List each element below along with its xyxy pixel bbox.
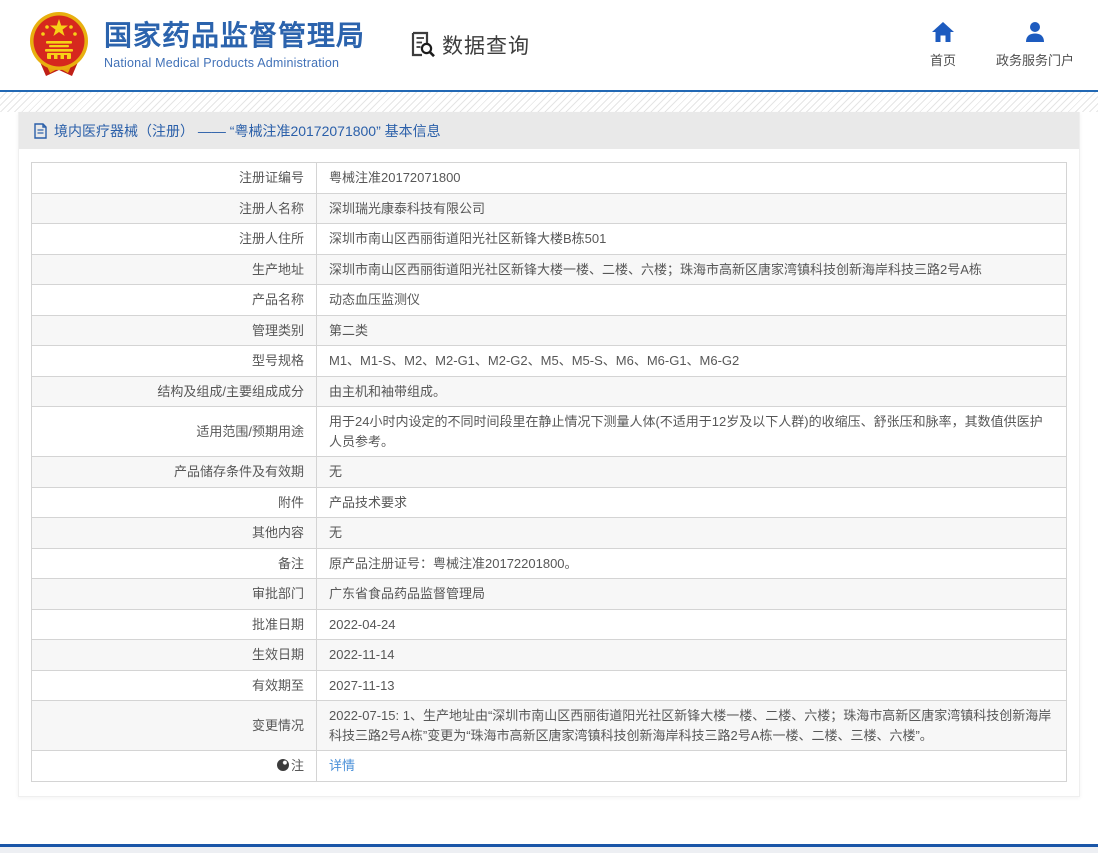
row-label: 生效日期 (32, 640, 317, 671)
row-value: 深圳市南山区西丽街道阳光社区新锋大楼B栋501 (317, 224, 1067, 255)
row-value: 动态血压监测仪 (317, 285, 1067, 316)
row-value: 深圳市南山区西丽街道阳光社区新锋大楼一楼、二楼、六楼；珠海市高新区唐家湾镇科技创… (317, 254, 1067, 285)
row-label: 有效期至 (32, 670, 317, 701)
hatch-band (0, 92, 1098, 112)
row-value: 详情 (317, 751, 1067, 782)
row-value: 无 (317, 457, 1067, 488)
table-row: 生效日期2022-11-14 (32, 640, 1067, 671)
document-icon (33, 123, 48, 139)
detail-link[interactable]: 详情 (329, 758, 355, 773)
row-value: 2022-04-24 (317, 609, 1067, 640)
row-value: 产品技术要求 (317, 487, 1067, 518)
table-row: 注册证编号粤械注准20172071800 (32, 163, 1067, 194)
row-value: 原产品注册证号：粤械注准20172201800。 (317, 548, 1067, 579)
row-value: 2022-07-15: 1、生产地址由“深圳市南山区西丽街道阳光社区新锋大楼一楼… (317, 701, 1067, 751)
info-table-body: 注册证编号粤械注准20172071800注册人名称深圳瑞光康泰科技有限公司注册人… (32, 163, 1067, 782)
row-value: M1、M1-S、M2、M2-G1、M2-G2、M5、M5-S、M6、M6-G1、… (317, 346, 1067, 377)
table-row: 附件产品技术要求 (32, 487, 1067, 518)
row-label: 管理类别 (32, 315, 317, 346)
row-value: 深圳瑞光康泰科技有限公司 (317, 193, 1067, 224)
row-label: 结构及组成/主要组成成分 (32, 376, 317, 407)
table-row: 管理类别第二类 (32, 315, 1067, 346)
logo-text: 国家药品监督管理局 National Medical Products Admi… (104, 20, 365, 69)
note-icon (277, 759, 289, 771)
row-value: 由主机和袖带组成。 (317, 376, 1067, 407)
table-row: 注册人名称深圳瑞光康泰科技有限公司 (32, 193, 1067, 224)
nav-home-label: 首页 (930, 50, 956, 69)
table-row: 变更情况2022-07-15: 1、生产地址由“深圳市南山区西丽街道阳光社区新锋… (32, 701, 1067, 751)
table-row: 适用范围/预期用途用于24小时内设定的不同时间段里在静止情况下测量人体(不适用于… (32, 407, 1067, 457)
nav-gov-portal-label: 政务服务门户 (996, 50, 1074, 69)
content-panel: 境内医疗器械（注册） —— “粤械注准20172071800” 基本信息 注册证… (18, 112, 1080, 797)
row-label: 注 (32, 751, 317, 782)
site-header: 国家药品监督管理局 National Medical Products Admi… (0, 0, 1098, 92)
table-row: 有效期至2027-11-13 (32, 670, 1067, 701)
site-title: 国家药品监督管理局 (104, 20, 365, 52)
table-row: 产品储存条件及有效期无 (32, 457, 1067, 488)
table-row: 其他内容无 (32, 518, 1067, 549)
nmpa-logo-block[interactable]: 国家药品监督管理局 National Medical Products Admi… (26, 10, 365, 80)
row-value: 2022-11-14 (317, 640, 1067, 671)
row-label: 备注 (32, 548, 317, 579)
row-label: 产品名称 (32, 285, 317, 316)
table-row: 生产地址深圳市南山区西丽街道阳光社区新锋大楼一楼、二楼、六楼；珠海市高新区唐家湾… (32, 254, 1067, 285)
table-row: 审批部门广东省食品药品监督管理局 (32, 579, 1067, 610)
site-subtitle: National Medical Products Administration (104, 56, 365, 70)
row-label: 型号规格 (32, 346, 317, 377)
row-value: 粤械注准20172071800 (317, 163, 1067, 194)
row-label: 适用范围/预期用途 (32, 407, 317, 457)
document-search-icon (407, 30, 437, 60)
data-query-label: 数据查询 (442, 30, 530, 60)
table-row: 产品名称动态血压监测仪 (32, 285, 1067, 316)
table-row: 型号规格M1、M1-S、M2、M2-G1、M2-G2、M5、M5-S、M6、M6… (32, 346, 1067, 377)
row-label: 注册人名称 (32, 193, 317, 224)
nav-gov-portal[interactable]: 政务服务门户 (996, 21, 1074, 69)
row-value: 2027-11-13 (317, 670, 1067, 701)
data-query-section[interactable]: 数据查询 (407, 30, 530, 60)
row-label: 附件 (32, 487, 317, 518)
row-label: 注册证编号 (32, 163, 317, 194)
nav-home[interactable]: 首页 (930, 21, 956, 69)
row-value: 用于24小时内设定的不同时间段里在静止情况下测量人体(不适用于12岁及以下人群)… (317, 407, 1067, 457)
row-label: 生产地址 (32, 254, 317, 285)
info-table: 注册证编号粤械注准20172071800注册人名称深圳瑞光康泰科技有限公司注册人… (31, 162, 1067, 782)
row-label: 产品储存条件及有效期 (32, 457, 317, 488)
national-emblem-icon (26, 10, 92, 80)
row-value: 第二类 (317, 315, 1067, 346)
user-icon (1024, 21, 1046, 43)
home-icon (931, 21, 955, 43)
row-label: 审批部门 (32, 579, 317, 610)
breadcrumb-text: 境内医疗器械（注册） —— “粤械注准20172071800” 基本信息 (54, 121, 441, 141)
table-row: 注详情 (32, 751, 1067, 782)
row-label: 批准日期 (32, 609, 317, 640)
row-value: 无 (317, 518, 1067, 549)
footer-strip (0, 847, 1098, 853)
row-value: 广东省食品药品监督管理局 (317, 579, 1067, 610)
table-row: 备注原产品注册证号：粤械注准20172201800。 (32, 548, 1067, 579)
row-label: 变更情况 (32, 701, 317, 751)
table-row: 批准日期2022-04-24 (32, 609, 1067, 640)
table-row: 注册人住所深圳市南山区西丽街道阳光社区新锋大楼B栋501 (32, 224, 1067, 255)
header-nav: 首页 政务服务门户 (930, 21, 1074, 69)
row-label: 其他内容 (32, 518, 317, 549)
breadcrumb: 境内医疗器械（注册） —— “粤械注准20172071800” 基本信息 (19, 112, 1079, 149)
table-row: 结构及组成/主要组成成分由主机和袖带组成。 (32, 376, 1067, 407)
row-label: 注册人住所 (32, 224, 317, 255)
